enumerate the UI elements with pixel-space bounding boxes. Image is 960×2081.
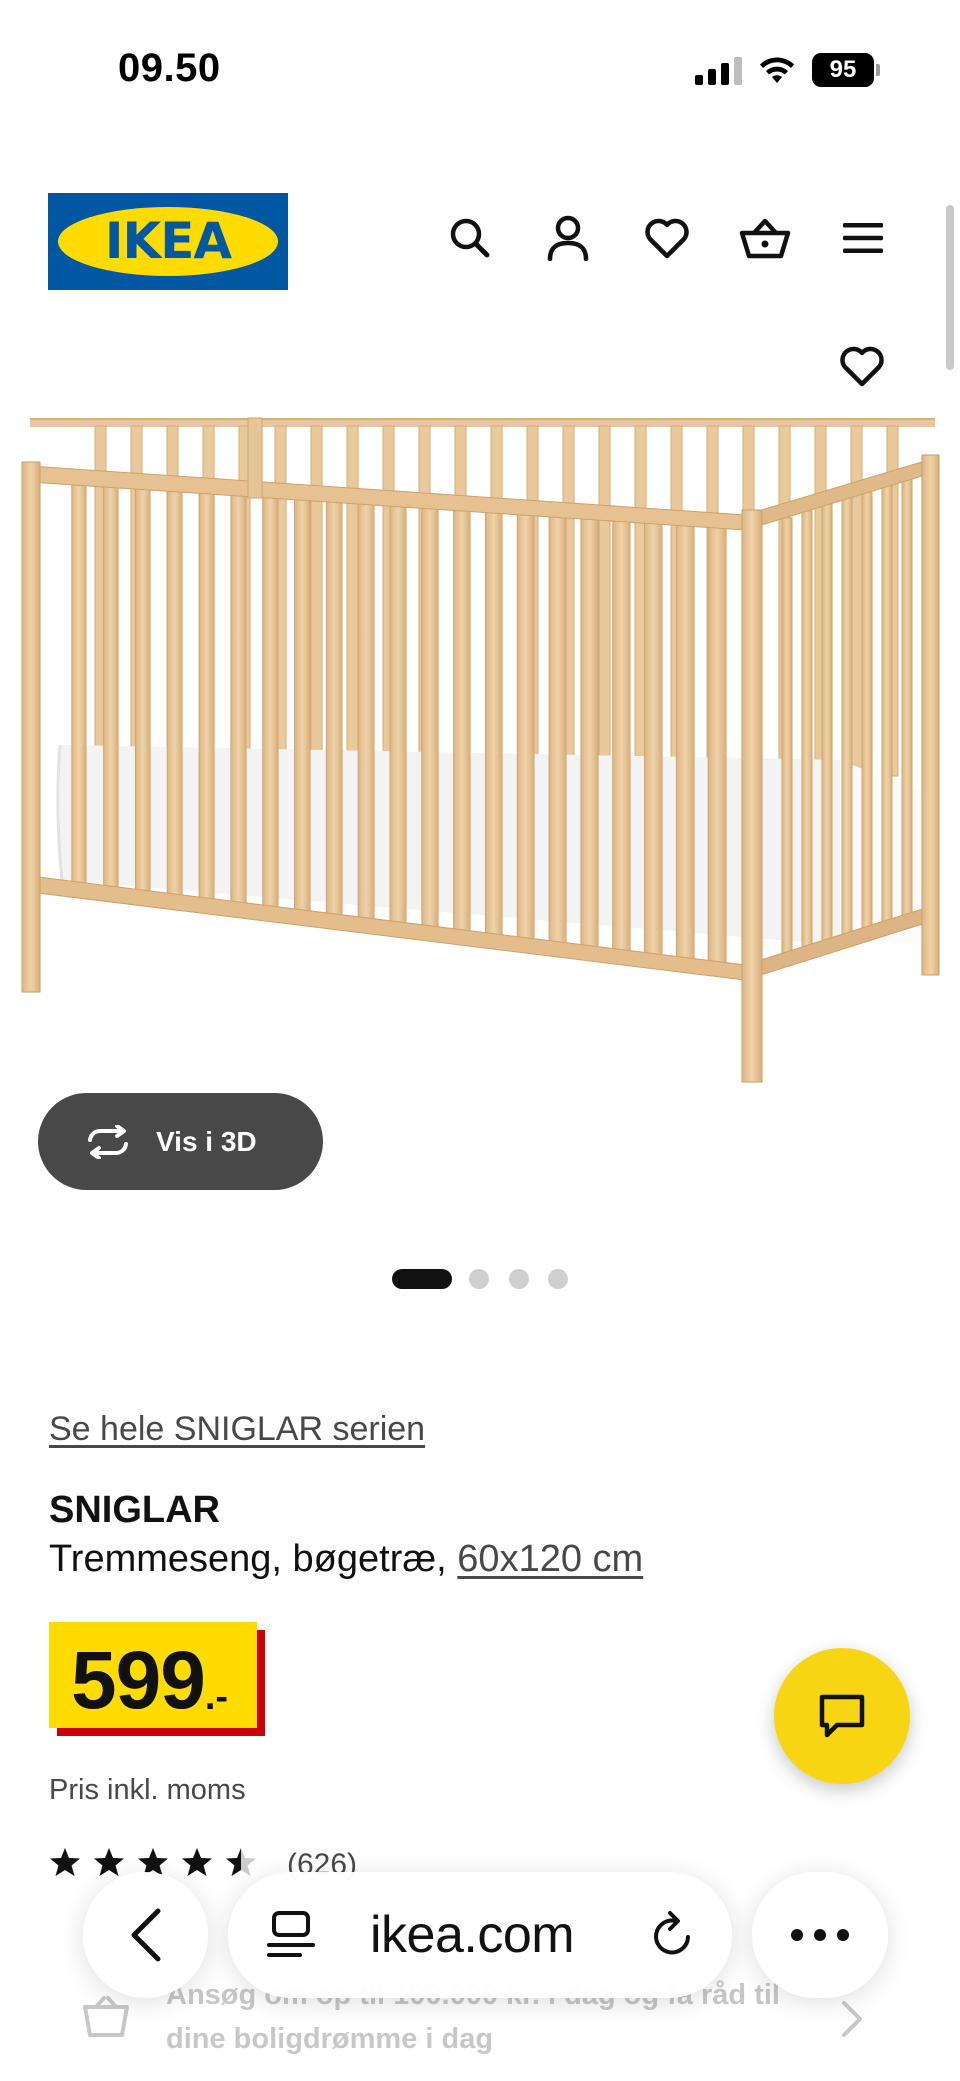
wifi-icon (760, 57, 794, 83)
basket-icon[interactable] (737, 210, 793, 266)
chat-icon (819, 1694, 865, 1738)
price-suffix: .- (204, 1676, 229, 1718)
product-image[interactable] (0, 400, 960, 1100)
site-header: IKEA (0, 190, 960, 290)
image-carousel-indicator (0, 1267, 960, 1291)
view-in-3d-label: Vis i 3D (156, 1125, 257, 1157)
search-icon[interactable] (442, 210, 498, 266)
series-link[interactable]: Se hele SNIGLAR serien (49, 1410, 425, 1449)
view-in-3d-button[interactable]: Vis i 3D (38, 1093, 323, 1190)
heart-icon (840, 346, 884, 387)
carousel-dot-1[interactable] (392, 1269, 452, 1289)
battery-level: 95 (812, 53, 874, 87)
reload-icon[interactable] (648, 1909, 698, 1961)
price-tag: 599 .- (49, 1622, 257, 1728)
cellular-signal-icon (695, 55, 742, 85)
carousel-dot-2[interactable] (469, 1269, 489, 1289)
chevron-left-icon (131, 1908, 160, 1962)
rotate-3d-icon (88, 1124, 128, 1159)
ikea-logo[interactable]: IKEA (48, 193, 288, 290)
page-menu-icon (267, 1911, 315, 1957)
more-icon (791, 1929, 849, 1941)
browser-more-button[interactable] (752, 1872, 888, 1998)
menu-icon[interactable] (835, 210, 891, 266)
carousel-dot-4[interactable] (548, 1269, 568, 1289)
product-name: SNIGLAR (49, 1489, 220, 1531)
price-integer: 599 (71, 1635, 206, 1726)
battery-icon: 95 (812, 53, 880, 87)
favourites-heart-icon[interactable] (639, 210, 695, 266)
status-icons: 95 (695, 50, 880, 90)
browser-back-button[interactable] (83, 1872, 208, 1998)
account-icon[interactable] (540, 210, 596, 266)
add-to-favourites-button[interactable] (832, 336, 892, 396)
carousel-dot-3[interactable] (509, 1269, 529, 1289)
chat-button[interactable] (774, 1648, 910, 1784)
address-bar[interactable]: ikea.com (228, 1872, 732, 1998)
size-link[interactable]: 60x120 cm (457, 1538, 643, 1580)
url-text: ikea.com (370, 1906, 575, 1964)
status-bar: 09.50 95 (0, 0, 960, 140)
page-scrollbar[interactable] (946, 205, 954, 370)
product-description-text: Tremmeseng, bøgetræ, (49, 1538, 447, 1580)
browser-toolbar: ikea.com (0, 1860, 960, 2020)
product-description: Tremmeseng, bøgetræ, 60x120 cm (49, 1538, 643, 1581)
status-time: 09.50 (118, 46, 221, 90)
price-note: Pris inkl. moms (49, 1774, 246, 1806)
logo-text: IKEA (104, 212, 232, 270)
